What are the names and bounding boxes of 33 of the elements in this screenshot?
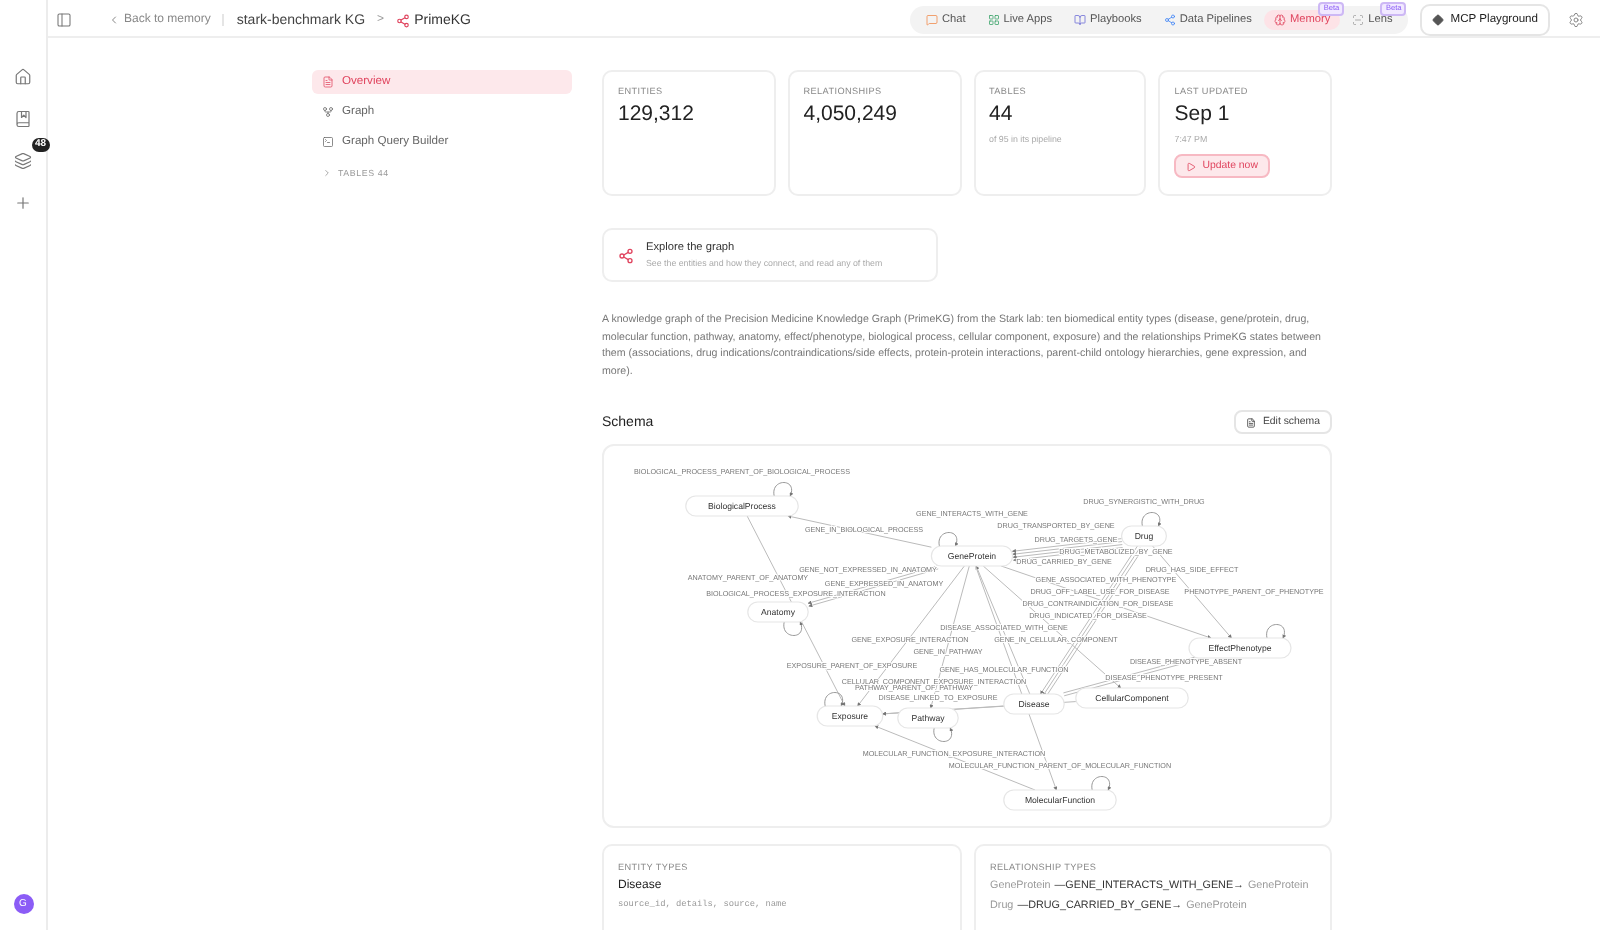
home-icon — [14, 67, 32, 85]
book-button[interactable] — [11, 106, 35, 130]
edge-line — [1091, 776, 1112, 792]
stat-value: 44 — [989, 102, 1013, 126]
edge-line — [938, 532, 959, 548]
tab-icon — [1273, 14, 1286, 26]
edge-line — [1141, 512, 1162, 528]
graph-icon — [396, 13, 411, 27]
chevron-right-icon — [322, 168, 332, 178]
play-icon — [1186, 161, 1197, 171]
tab-icon — [1074, 14, 1087, 26]
plus-icon — [14, 193, 32, 211]
tab-icon — [987, 14, 1000, 26]
edge-line — [1266, 624, 1286, 640]
edge-line — [773, 482, 794, 498]
stat-value: 129,312 — [618, 102, 694, 126]
item-icon — [322, 136, 334, 148]
diamond-icon — [1432, 14, 1445, 26]
layers-icon — [14, 151, 32, 169]
layers-button[interactable] — [11, 148, 35, 172]
tab-icon — [1163, 14, 1176, 26]
home-button[interactable] — [11, 64, 35, 88]
sidebar-toggle-icon[interactable] — [56, 12, 72, 28]
tab-icon — [1352, 14, 1365, 26]
book-icon — [14, 109, 32, 127]
stat-value: 4,050,249 — [803, 102, 897, 126]
stat-value: Sep 1 — [1174, 102, 1230, 126]
item-icon — [322, 76, 334, 88]
chevron-left-icon — [108, 14, 120, 26]
item-icon — [322, 106, 334, 118]
settings-icon — [1568, 12, 1584, 28]
tab-icon — [925, 14, 938, 26]
graph-icon — [618, 247, 634, 263]
